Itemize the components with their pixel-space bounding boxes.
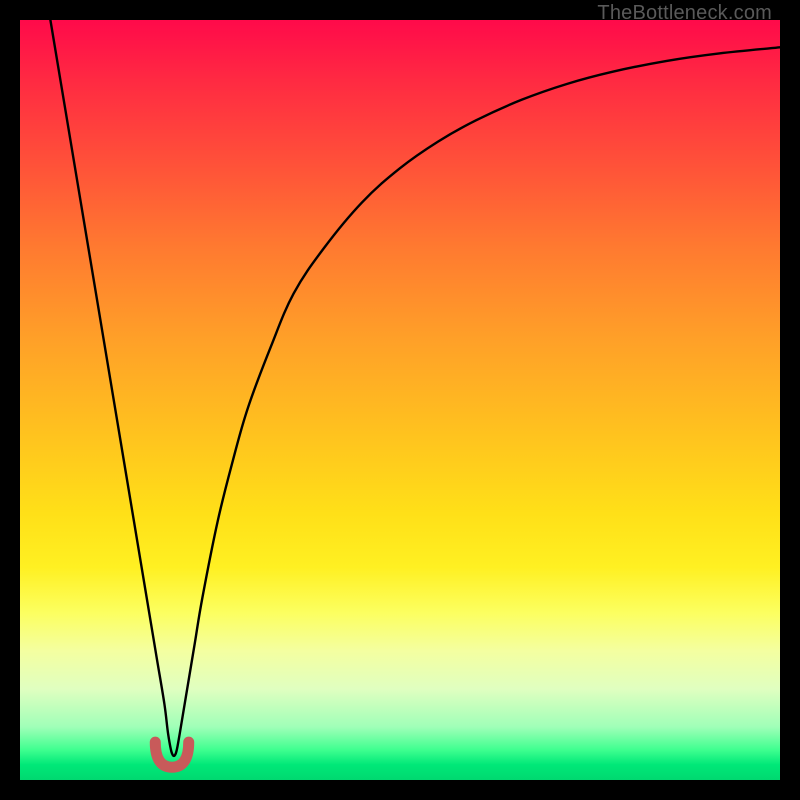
chart-frame: TheBottleneck.com: [0, 0, 800, 800]
bottleneck-curve: [50, 20, 780, 756]
curve-svg: [20, 20, 780, 780]
plot-area: [20, 20, 780, 780]
watermark-text: TheBottleneck.com: [597, 2, 772, 25]
